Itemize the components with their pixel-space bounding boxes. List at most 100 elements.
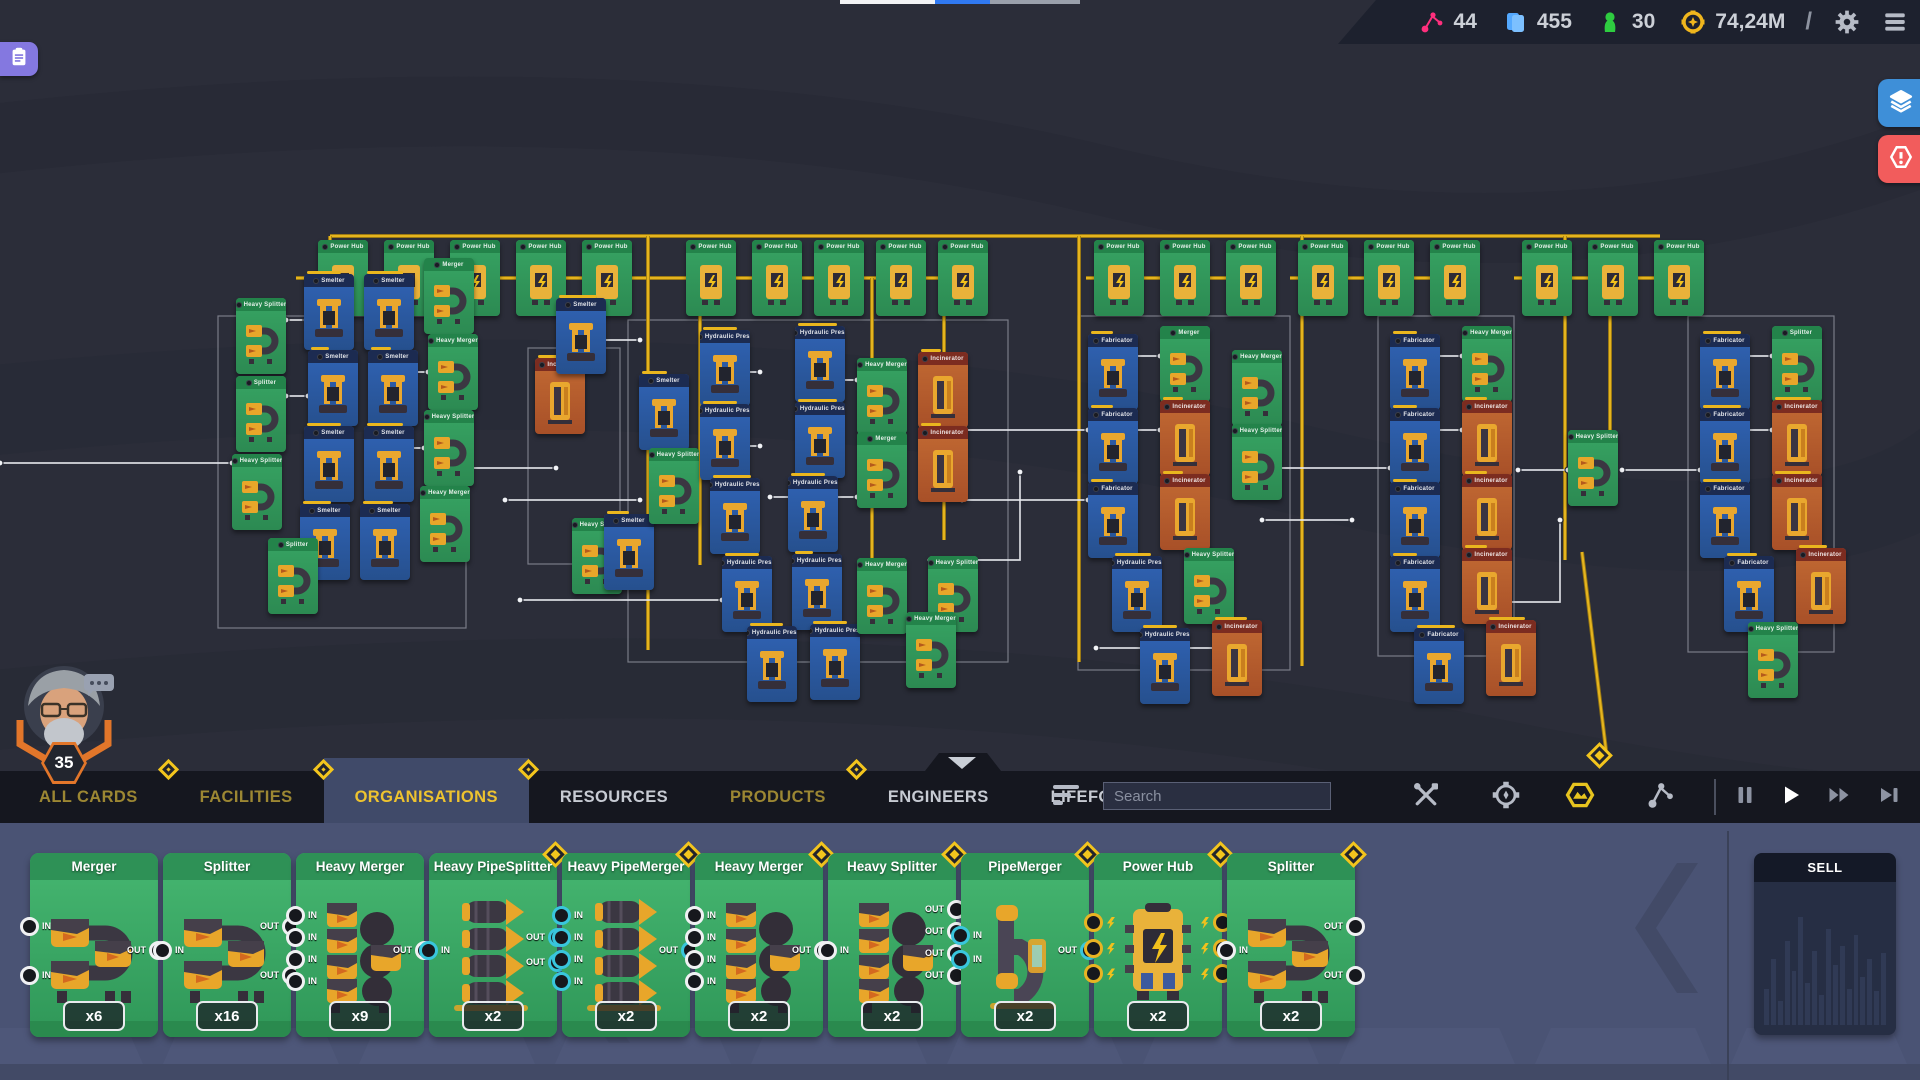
board-card-incinerator[interactable]: Incinerator (1486, 620, 1536, 696)
input-port[interactable] (286, 950, 305, 969)
settings-button[interactable] (1832, 7, 1862, 37)
board-card-smelter[interactable]: Smelter (304, 426, 354, 502)
layers-button[interactable] (1878, 79, 1920, 127)
hand-card-splitter[interactable]: Splitterx2INOUTOUT (1227, 853, 1355, 1037)
board-card-heavy-merger[interactable]: Heavy Merger (906, 612, 956, 688)
board-card-power-hub[interactable]: Power Hub (1298, 240, 1348, 316)
board-card-fabricator[interactable]: Fabricator (1390, 408, 1440, 484)
board-card-power-hub[interactable]: Power Hub (1654, 240, 1704, 316)
board-card-heavy-splitter[interactable]: Heavy Splitter (649, 448, 699, 524)
board-card-incinerator[interactable]: Incinerator (1796, 548, 1846, 624)
input-port[interactable] (552, 950, 571, 969)
board-card-fabricator[interactable]: Fabricator (1088, 482, 1138, 558)
output-port[interactable] (1346, 917, 1365, 936)
board-card-heavy-merger[interactable]: Heavy Merger (428, 334, 478, 410)
input-port[interactable] (419, 941, 438, 960)
board-card-hydraulic-press[interactable]: Hydraulic Press (792, 554, 842, 630)
board-card-incinerator[interactable]: Incinerator (918, 352, 968, 428)
board-card-smelter[interactable]: Smelter (304, 274, 354, 350)
input-port[interactable] (685, 928, 704, 947)
input-port[interactable] (951, 926, 970, 945)
board-card-hydraulic-press[interactable]: Hydraulic Press (700, 330, 750, 406)
input-port[interactable] (286, 906, 305, 925)
board-card-power-hub[interactable]: Power Hub (752, 240, 802, 316)
hand-card-power-hub[interactable]: Power Hubx2 (1094, 853, 1222, 1037)
board-card-power-hub[interactable]: Power Hub (1226, 240, 1276, 316)
hand-card-heavy-merger[interactable]: Heavy Mergerx9ININININOUT (296, 853, 424, 1037)
board-card-smelter[interactable]: Smelter (604, 514, 654, 590)
board-card-incinerator[interactable]: Incinerator (1462, 474, 1512, 550)
output-port[interactable] (1346, 966, 1365, 985)
board-card-splitter[interactable]: Splitter (1772, 326, 1822, 402)
board-card-fabricator[interactable]: Fabricator (1390, 334, 1440, 410)
board-card-heavy-splitter[interactable]: Heavy Splitter (1232, 424, 1282, 500)
board-card-hydraulic-press[interactable]: Hydraulic Press (795, 326, 845, 402)
board-card-hydraulic-press[interactable]: Hydraulic Press (788, 476, 838, 552)
pause-button[interactable] (1728, 781, 1762, 813)
board-card-fabricator[interactable]: Fabricator (1088, 334, 1138, 410)
input-port[interactable] (286, 928, 305, 947)
board-card-hydraulic-press[interactable]: Hydraulic Press (710, 478, 760, 554)
board-card-smelter[interactable]: Smelter (364, 274, 414, 350)
board-card-hydraulic-press[interactable]: Hydraulic Press (1140, 628, 1190, 704)
board-card-heavy-splitter[interactable]: Heavy Splitter (232, 454, 282, 530)
board-card-heavy-splitter[interactable]: Heavy Splitter (424, 410, 474, 486)
board-card-fabricator[interactable]: Fabricator (1700, 334, 1750, 410)
board-card-fabricator[interactable]: Fabricator (1700, 482, 1750, 558)
board-card-heavy-merger[interactable]: Heavy Merger (857, 358, 907, 434)
input-port[interactable] (1084, 939, 1103, 958)
chat-bubble-icon[interactable] (84, 674, 114, 691)
board-card-merger[interactable]: Merger (424, 258, 474, 334)
board-card-splitter[interactable]: Splitter (236, 376, 286, 452)
input-port[interactable] (685, 972, 704, 991)
fast-forward-button[interactable] (1822, 781, 1856, 813)
board-card-heavy-merger[interactable]: Heavy Merger (1462, 326, 1512, 402)
hexgem-button[interactable] (1562, 779, 1598, 815)
input-port[interactable] (286, 972, 305, 991)
hand-card-heavy-splitter[interactable]: Heavy Splitterx2INOUTOUTOUTOUT (828, 853, 956, 1037)
board-card-hydraulic-press[interactable]: Hydraulic Press (795, 402, 845, 478)
tab-facilities[interactable]: FACILITIES (169, 771, 324, 823)
input-port[interactable] (153, 941, 172, 960)
board-card-smelter[interactable]: Smelter (364, 426, 414, 502)
tab-products[interactable]: PRODUCTS (699, 771, 857, 823)
hand-card-splitter[interactable]: Splitterx16INOUTOUT (163, 853, 291, 1037)
board-card-incinerator[interactable]: Incinerator (1772, 400, 1822, 476)
board-card-hydraulic-press[interactable]: Hydraulic Press (747, 626, 797, 702)
board-card-splitter[interactable]: Splitter (268, 538, 318, 614)
board-card-incinerator[interactable]: Incinerator (1160, 474, 1210, 550)
tab-organisations[interactable]: ORGANISATIONS (324, 771, 529, 823)
input-port[interactable] (552, 906, 571, 925)
board-card-smelter[interactable]: Smelter (308, 350, 358, 426)
board-card-power-hub[interactable]: Power Hub (1364, 240, 1414, 316)
board-card-power-hub[interactable]: Power Hub (938, 240, 988, 316)
board-card-power-hub[interactable]: Power Hub (1588, 240, 1638, 316)
board-card-smelter[interactable]: Smelter (639, 374, 689, 450)
input-port[interactable] (818, 941, 837, 960)
share-button[interactable] (1642, 779, 1678, 815)
board-card-hydraulic-press[interactable]: Hydraulic Press (1112, 556, 1162, 632)
board-card-smelter[interactable]: Smelter (360, 504, 410, 580)
hand-card-pipemerger[interactable]: PipeMergerx2ININOUT (961, 853, 1089, 1037)
board-card-heavy-merger[interactable]: Heavy Merger (420, 486, 470, 562)
board-card-incinerator[interactable]: Incinerator (1212, 620, 1262, 696)
board-card-incinerator[interactable]: Incinerator (918, 426, 968, 502)
quest-log-button[interactable] (0, 42, 38, 76)
tools-button[interactable] (1408, 779, 1444, 815)
hand-card-heavy-merger[interactable]: Heavy Mergerx2ININININOUT (695, 853, 823, 1037)
board-card-heavy-merger[interactable]: Heavy Merger (857, 558, 907, 634)
search-input[interactable] (1103, 782, 1331, 810)
board-card-heavy-merger[interactable]: Heavy Merger (1232, 350, 1282, 426)
board-card-power-hub[interactable]: Power Hub (1094, 240, 1144, 316)
board-card-incinerator[interactable]: Incinerator (1462, 548, 1512, 624)
board-card-hydraulic-press[interactable]: Hydraulic Press (722, 556, 772, 632)
board-card-power-hub[interactable]: Power Hub (1160, 240, 1210, 316)
board-card-fabricator[interactable]: Fabricator (1724, 556, 1774, 632)
input-port[interactable] (685, 906, 704, 925)
board-card-power-hub[interactable]: Power Hub (876, 240, 926, 316)
hand-card-heavy-pipemerger[interactable]: Heavy PipeMergerx2ININININOUT (562, 853, 690, 1037)
board-card-fabricator[interactable]: Fabricator (1414, 628, 1464, 704)
board-card-incinerator[interactable]: Incinerator (1462, 400, 1512, 476)
hand-card-heavy-pipesplitter[interactable]: Heavy PipeSplitterx2INOUTOUT (429, 853, 557, 1037)
board-card-fabricator[interactable]: Fabricator (1700, 408, 1750, 484)
